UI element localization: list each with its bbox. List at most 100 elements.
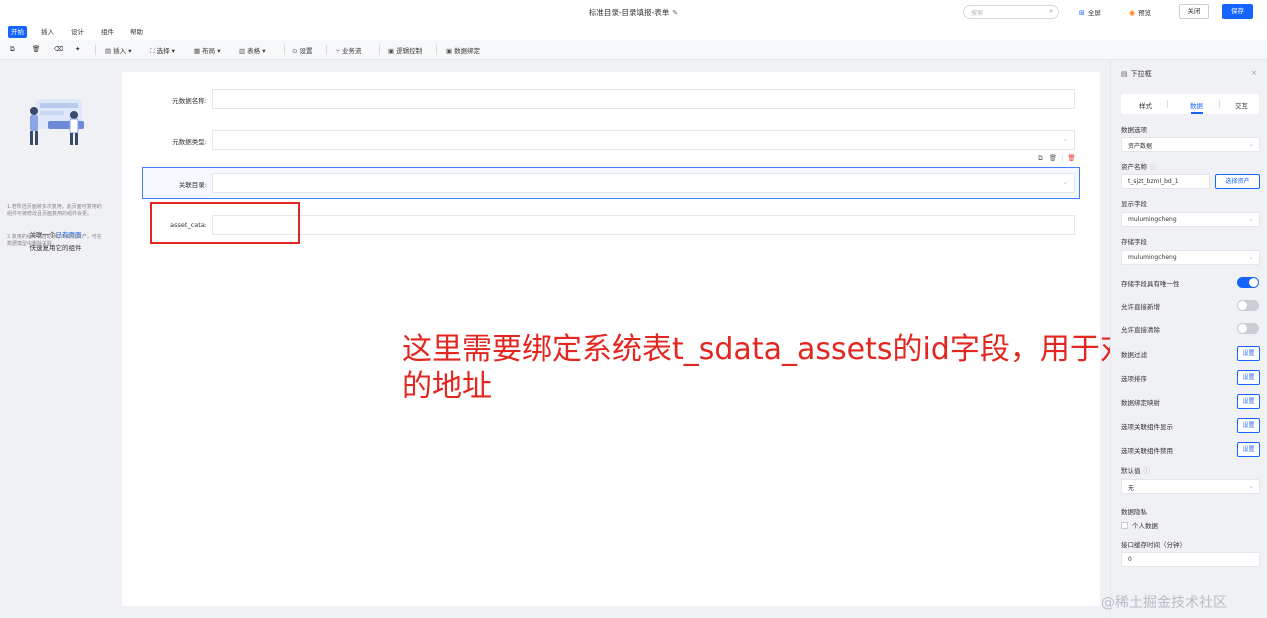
table-menu[interactable]: ▥ 表格 ▾	[239, 45, 266, 55]
chevron-down-icon: ⌄	[1248, 140, 1254, 148]
tab-divider	[1167, 100, 1168, 108]
select-icon: ⛶	[150, 47, 155, 55]
personal-data-checkbox[interactable]: 个人数据	[1121, 520, 1158, 530]
form-row: 关联目录: ⌄	[122, 173, 1100, 193]
workflow-label: 业务流	[341, 47, 362, 55]
table-icon: ▥	[239, 47, 246, 55]
layout-menu[interactable]: ▦ 布局 ▾	[194, 45, 221, 55]
allow-add-toggle[interactable]	[1237, 300, 1259, 311]
allow-clear-label: 允许直接清除	[1121, 326, 1160, 334]
asset-name-input[interactable]: t_sjzt_bzml_bd_1	[1121, 174, 1210, 189]
settings-label: 设置	[299, 47, 313, 55]
dropdown-component-icon: ▤	[1121, 70, 1128, 78]
menu-tab-help[interactable]: 帮助	[127, 26, 146, 38]
option-sort-label: 选项排序	[1121, 375, 1147, 383]
linked-show-label: 选项关联组件显示	[1121, 423, 1173, 431]
data-source-select[interactable]: 资产数据 ⌄	[1121, 137, 1260, 152]
page-title-text: 标准目录-目录填报-表单	[588, 8, 670, 17]
tab-data[interactable]: 数据	[1190, 100, 1203, 110]
data-binding-label: 数据绑定	[454, 47, 481, 55]
asset-name-label: 资产名称 ⓘ	[1121, 161, 1157, 171]
tab-style[interactable]: 样式	[1139, 100, 1152, 110]
close-button[interactable]: 关闭	[1179, 4, 1209, 19]
format-brush-icon[interactable]: ✦	[75, 45, 80, 53]
data-map-set-button[interactable]: 设置	[1237, 394, 1260, 409]
workflow-icon: ⑂	[336, 47, 340, 55]
asset-name-label-text: 资产名称	[1121, 163, 1147, 171]
input-value: 0	[1128, 556, 1132, 563]
menu-tab-component[interactable]: 组件	[98, 26, 117, 38]
chevron-down-icon: ⌄	[1062, 178, 1068, 186]
personal-data-label: 个人数据	[1132, 522, 1158, 530]
store-field-select[interactable]: mulumingcheng ⌄	[1121, 250, 1260, 265]
help-icon[interactable]: ⓘ	[1150, 163, 1157, 171]
cache-time-input[interactable]: 0	[1121, 552, 1260, 567]
search-placeholder: 搜索	[971, 10, 984, 17]
data-binding-button[interactable]: ▣ 数据绑定	[446, 45, 480, 55]
copy-component-icon[interactable]: ⧉	[1038, 154, 1043, 162]
metadata-name-input[interactable]	[212, 89, 1075, 109]
delete-icon[interactable]: 🗑	[32, 45, 40, 53]
grid-icon: ⊞	[1079, 9, 1085, 17]
allow-clear-toggle[interactable]	[1237, 323, 1259, 334]
data-filter-label: 数据过滤	[1121, 351, 1147, 359]
chevron-down-icon: ⌄	[1248, 482, 1254, 490]
linked-show-set-button[interactable]: 设置	[1237, 418, 1260, 433]
menu-tab-design[interactable]: 设计	[68, 26, 87, 38]
component-tools: ⧉ 🗑 | 🗑	[1038, 154, 1076, 163]
form-row: 元数据类型: ⌄	[122, 130, 1100, 150]
logic-icon: ▣	[388, 47, 395, 55]
default-value-select[interactable]: 无 ⌄	[1121, 479, 1260, 494]
delete-component-icon[interactable]: 🗑	[1049, 154, 1057, 162]
tab-divider	[1219, 100, 1220, 108]
tab-interaction[interactable]: 交互	[1235, 100, 1248, 110]
checkbox-box[interactable]	[1121, 522, 1128, 529]
privacy-label: 数据隐私	[1121, 508, 1147, 516]
menu-bar: 开始 插入 设计 组件 帮助	[0, 24, 1267, 40]
metadata-type-select[interactable]: ⌄	[212, 130, 1075, 150]
display-field-select[interactable]: mulumingcheng ⌄	[1121, 212, 1260, 227]
logic-control-button[interactable]: ▣ 逻辑控制	[388, 45, 422, 55]
workflow-button[interactable]: ⑂ 业务流	[336, 45, 361, 55]
allow-add-label: 允许直接新增	[1121, 303, 1160, 311]
menu-tab-start[interactable]: 开始	[8, 26, 27, 38]
option-sort-set-button[interactable]: 设置	[1237, 370, 1260, 385]
layout-label: 布局 ▾	[202, 47, 221, 55]
help-icon[interactable]: ⓘ	[1144, 467, 1151, 475]
select-asset-button[interactable]: 选择资产	[1215, 174, 1260, 189]
panel-tabs: 样式 数据 交互	[1121, 94, 1259, 114]
unique-toggle[interactable]	[1237, 277, 1259, 288]
search-input[interactable]: 搜索 ⌕	[963, 5, 1059, 19]
linked-disable-set-button[interactable]: 设置	[1237, 442, 1260, 457]
highlight-box	[150, 202, 300, 244]
save-button[interactable]: 保存	[1222, 4, 1253, 19]
toolbar-divider	[95, 45, 96, 55]
toolbar-divider	[326, 45, 327, 55]
unique-label: 存储字段具有唯一性	[1121, 280, 1180, 288]
insert-menu[interactable]: ▤ 插入 ▾	[105, 45, 132, 55]
remove-component-icon[interactable]: 🗑	[1067, 154, 1075, 162]
data-filter-set-button[interactable]: 设置	[1237, 346, 1260, 361]
select-label: 选择 ▾	[156, 47, 175, 55]
panel-title-text: 下拉框	[1130, 70, 1152, 78]
settings-button[interactable]: ⊙ 设置	[292, 45, 312, 55]
fullscreen-button[interactable]: ⊞ 全屏	[1079, 7, 1101, 17]
preview-button[interactable]: ◉ 预览	[1129, 7, 1151, 17]
display-field-label: 显示字段	[1121, 200, 1147, 208]
reuse-tip-1: 1.若所选页面被多次复用，此页面可复用的组件可被修改且页面复用的组件会更。	[7, 204, 102, 217]
eraser-icon[interactable]: ⌫	[54, 45, 63, 53]
page-title: 标准目录-目录填报-表单 ✎	[0, 7, 1267, 18]
close-icon[interactable]: ×	[1251, 69, 1257, 77]
copy-icon[interactable]: ⧉	[10, 45, 15, 54]
data-map-label: 数据绑定映射	[1121, 399, 1160, 407]
toolbar-divider	[284, 45, 285, 55]
menu-tab-insert[interactable]: 插入	[38, 26, 57, 38]
select-menu[interactable]: ⛶ 选择 ▾	[150, 45, 175, 56]
toolbar: ⧉ 🗑 ⌫ ✦ ▤ 插入 ▾ ⛶ 选择 ▾ ▦ 布局 ▾ ▥ 表格 ▾ ⊙ 设置 ⑂ 业务流…	[0, 40, 1267, 60]
related-catalog-select[interactable]: ⌄	[212, 173, 1075, 193]
asset-cata-input[interactable]	[212, 215, 1075, 235]
logic-control-label: 逻辑控制	[396, 47, 423, 55]
edit-title-icon[interactable]: ✎	[672, 9, 678, 17]
layout-icon: ▦	[194, 47, 201, 55]
select-value: 资产数据	[1128, 143, 1153, 150]
